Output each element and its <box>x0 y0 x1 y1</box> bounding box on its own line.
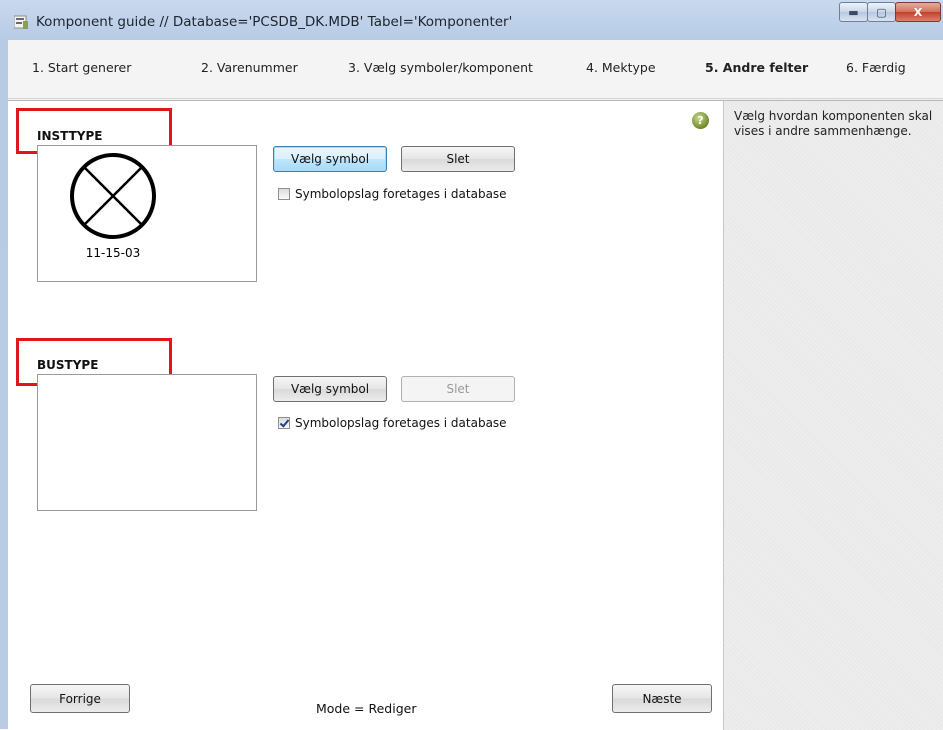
window-controls: ▬ ▢ X <box>839 2 941 22</box>
circle-cross-icon <box>70 153 156 239</box>
minimize-icon: ▬ <box>848 5 859 19</box>
main-panel: ? INSTTYPE 11-15-03 Vælg symbol Slet Sym… <box>8 100 724 730</box>
bustype-label: BUSTYPE <box>37 358 99 372</box>
help-icon[interactable]: ? <box>692 112 709 129</box>
next-button[interactable]: Næste <box>612 684 712 713</box>
bustype-delete-button[interactable]: Slet <box>401 376 515 402</box>
step-vaelg-symboler[interactable]: 3. Vælg symboler/komponent <box>348 60 533 75</box>
insttype-symbol-box: 11-15-03 <box>37 145 257 282</box>
insttype-db-lookup-checkbox[interactable] <box>278 188 290 200</box>
info-sidebar: Vælg hvordan komponenten skal vises i an… <box>724 100 943 730</box>
client-area: 1. Start generer 2. Varenummer 3. Vælg s… <box>8 40 943 730</box>
insttype-db-lookup-row[interactable]: Symbolopslag foretages i database <box>278 187 507 201</box>
title-bar[interactable]: Komponent guide // Database='PCSDB_DK.MD… <box>0 0 943 40</box>
insttype-label: INSTTYPE <box>37 129 103 143</box>
insttype-choose-symbol-button[interactable]: Vælg symbol <box>273 146 387 172</box>
minimize-button[interactable]: ▬ <box>839 2 868 22</box>
bustype-symbol-box <box>37 374 257 511</box>
close-icon: X <box>913 5 923 19</box>
maximize-icon: ▢ <box>876 5 887 19</box>
step-mektype[interactable]: 4. Mektype <box>586 60 656 75</box>
mode-status: Mode = Rediger <box>316 701 417 716</box>
insttype-symbol-code: 11-15-03 <box>85 246 141 260</box>
insttype-delete-button[interactable]: Slet <box>401 146 515 172</box>
sidebar-description: Vælg hvordan komponenten skal vises i an… <box>734 109 933 138</box>
bustype-db-lookup-label: Symbolopslag foretages i database <box>295 416 507 430</box>
app-icon <box>14 15 28 29</box>
step-andre-felter[interactable]: 5. Andre felter <box>705 60 808 75</box>
step-faerdig[interactable]: 6. Færdig <box>846 60 906 75</box>
window-title: Komponent guide // Database='PCSDB_DK.MD… <box>36 14 513 30</box>
insttype-db-lookup-label: Symbolopslag foretages i database <box>295 187 507 201</box>
maximize-button[interactable]: ▢ <box>867 2 896 22</box>
step-varenummer[interactable]: 2. Varenummer <box>201 60 298 75</box>
bustype-db-lookup-checkbox[interactable] <box>278 417 290 429</box>
bustype-db-lookup-row[interactable]: Symbolopslag foretages i database <box>278 416 507 430</box>
bustype-choose-symbol-button[interactable]: Vælg symbol <box>273 376 387 402</box>
step-start-generer[interactable]: 1. Start generer <box>32 60 131 75</box>
close-button[interactable]: X <box>895 2 941 22</box>
wizard-steps: 1. Start generer 2. Varenummer 3. Vælg s… <box>8 40 943 99</box>
previous-button[interactable]: Forrige <box>30 684 130 713</box>
window-frame: Komponent guide // Database='PCSDB_DK.MD… <box>0 0 943 730</box>
